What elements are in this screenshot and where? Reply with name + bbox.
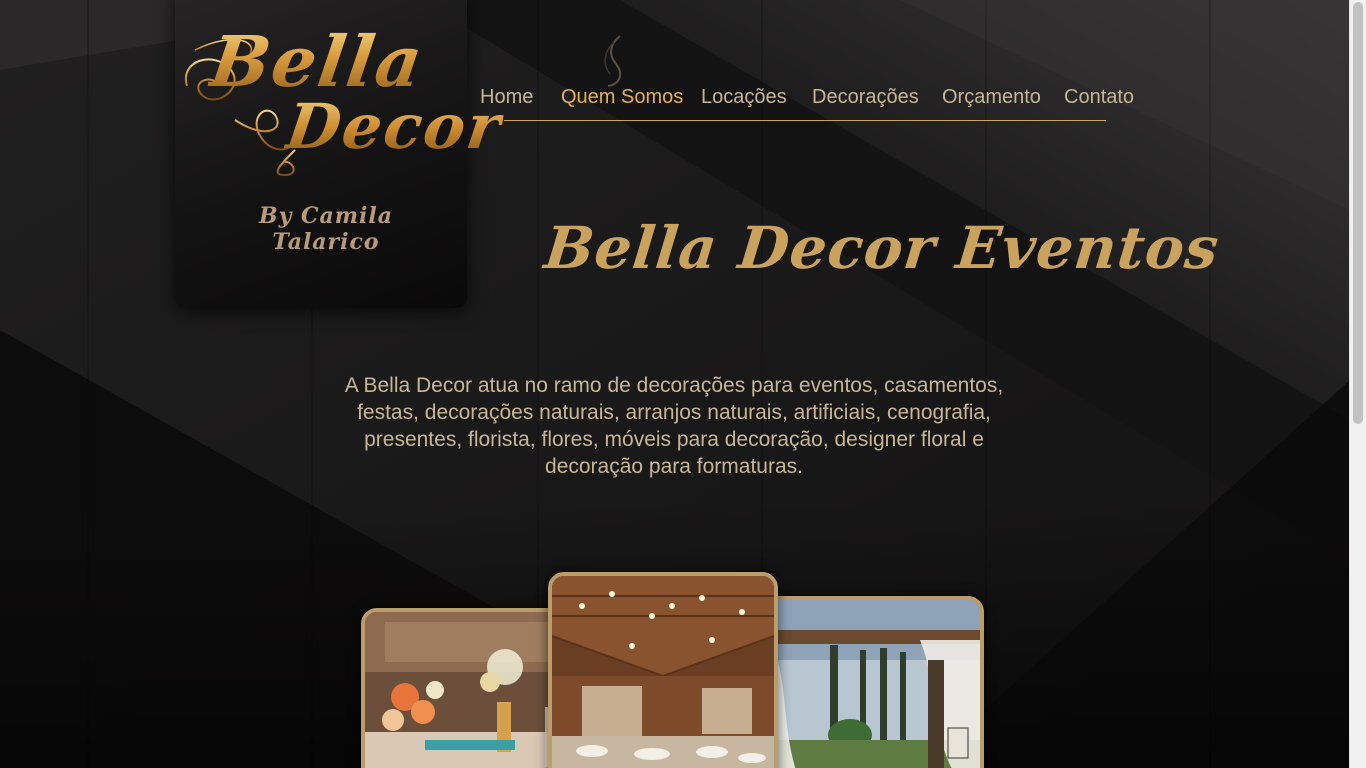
nav-quem-somos[interactable]: Quem Somos	[561, 86, 683, 109]
page-title: Bella Decor Eventos	[541, 214, 1223, 282]
logo[interactable]: Bella Decor By Camila Talarico	[175, 0, 507, 308]
page: Bella Decor By Camila Talarico Home Quem…	[0, 0, 1366, 768]
nav-home[interactable]: Home	[480, 86, 533, 109]
active-swirl-icon	[604, 35, 622, 87]
nav-contato[interactable]: Contato	[1064, 86, 1134, 109]
nav-divider	[504, 120, 1106, 121]
logo-byline: By Camila Talarico	[258, 203, 394, 255]
scrollbar[interactable]	[1349, 0, 1366, 768]
nav-locacoes[interactable]: Locações	[701, 86, 787, 109]
logo-text-decor: Decor	[281, 90, 508, 163]
nav-decoracoes[interactable]: Decorações	[812, 86, 919, 109]
nav-orcamento[interactable]: Orçamento	[942, 86, 1041, 109]
outdoor-ceremony-image	[770, 600, 980, 768]
photo-card-hall[interactable]	[548, 572, 778, 768]
scrollbar-thumb[interactable]	[1353, 2, 1363, 424]
photo-card-outdoor[interactable]	[770, 596, 984, 768]
intro-text: A Bella Decor atua no ramo de decorações…	[344, 374, 1004, 478]
event-hall-image	[552, 576, 774, 768]
